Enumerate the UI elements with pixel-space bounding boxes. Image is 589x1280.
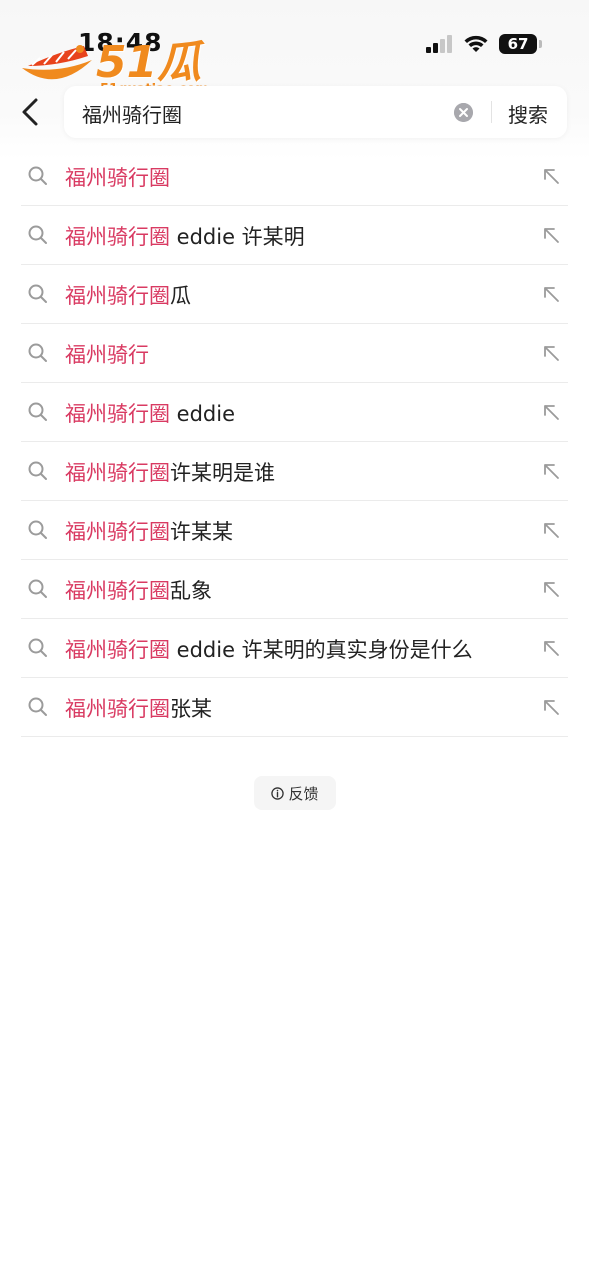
suggestion-highlight: 福州骑行圈 bbox=[65, 579, 170, 603]
suggestion-text: 福州骑行圈 bbox=[65, 162, 170, 192]
suggestion-highlight: 福州骑行圈 bbox=[65, 697, 170, 721]
fill-arrow-icon[interactable] bbox=[542, 462, 560, 480]
suggestion-text: 福州骑行圈许某明是谁 bbox=[65, 457, 275, 487]
search-icon bbox=[28, 638, 47, 657]
fill-arrow-icon[interactable] bbox=[542, 226, 560, 244]
suggestion-rest: eddie bbox=[170, 402, 236, 426]
fill-arrow-icon[interactable] bbox=[542, 639, 560, 657]
suggestion-item[interactable]: 福州骑行圈 bbox=[21, 147, 568, 206]
status-icons: 67 bbox=[425, 33, 542, 55]
suggestion-item[interactable]: 福州骑行圈张某 bbox=[21, 678, 568, 737]
suggestion-item[interactable]: 福州骑行圈乱象 bbox=[21, 560, 568, 619]
suggestion-item[interactable]: 福州骑行圈 eddie bbox=[21, 383, 568, 442]
search-icon bbox=[28, 343, 47, 362]
fill-arrow-icon[interactable] bbox=[542, 698, 560, 716]
suggestion-highlight: 福州骑行圈 bbox=[65, 461, 170, 485]
suggestion-highlight: 福州骑行 bbox=[65, 343, 149, 367]
back-arrow-icon[interactable] bbox=[14, 94, 48, 130]
suggestion-highlight: 福州骑行圈 bbox=[65, 166, 170, 190]
suggestion-highlight: 福州骑行圈 bbox=[65, 225, 170, 249]
suggestion-text: 福州骑行圈瓜 bbox=[65, 280, 191, 310]
fill-arrow-icon[interactable] bbox=[542, 403, 560, 421]
search-button[interactable]: 搜索 bbox=[508, 99, 548, 128]
suggestion-item[interactable]: 福州骑行圈 eddie 许某明的真实身份是什么 bbox=[21, 619, 568, 678]
search-divider bbox=[491, 101, 492, 123]
search-input[interactable]: 福州骑行圈 bbox=[82, 99, 182, 128]
suggestion-rest: 许某明是谁 bbox=[170, 461, 275, 485]
search-icon bbox=[28, 284, 47, 303]
battery-indicator: 67 bbox=[499, 34, 542, 54]
suggestion-rest: eddie 许某明 bbox=[170, 225, 305, 249]
fill-arrow-icon[interactable] bbox=[542, 344, 560, 362]
feedback-button[interactable]: 反馈 bbox=[254, 776, 336, 810]
info-icon bbox=[271, 786, 285, 800]
suggestion-text: 福州骑行圈许某某 bbox=[65, 516, 233, 546]
suggestion-highlight: 福州骑行圈 bbox=[65, 638, 170, 662]
suggestion-list: 福州骑行圈 福州骑行圈 eddie 许某明 福州骑行圈瓜 福州骑行 福州骑行圈 … bbox=[21, 147, 568, 737]
suggestion-text: 福州骑行圈张某 bbox=[65, 693, 212, 723]
suggestion-text: 福州骑行圈 eddie bbox=[65, 398, 235, 428]
suggestion-rest: 乱象 bbox=[170, 579, 212, 603]
suggestion-text: 福州骑行圈乱象 bbox=[65, 575, 212, 605]
suggestion-text: 福州骑行 bbox=[65, 339, 149, 369]
suggestion-text: 福州骑行圈 eddie 许某明 bbox=[65, 221, 305, 251]
search-icon bbox=[28, 402, 47, 421]
suggestion-highlight: 福州骑行圈 bbox=[65, 520, 170, 544]
suggestion-highlight: 福州骑行圈 bbox=[65, 402, 170, 426]
fill-arrow-icon[interactable] bbox=[542, 167, 560, 185]
wifi-icon bbox=[464, 35, 488, 52]
suggestion-item[interactable]: 福州骑行圈瓜 bbox=[21, 265, 568, 324]
fill-arrow-icon[interactable] bbox=[542, 580, 560, 598]
search-icon bbox=[28, 579, 47, 598]
search-icon bbox=[28, 461, 47, 480]
fill-arrow-icon[interactable] bbox=[542, 285, 560, 303]
suggestion-item[interactable]: 福州骑行 bbox=[21, 324, 568, 383]
search-icon bbox=[28, 697, 47, 716]
suggestion-highlight: 福州骑行圈 bbox=[65, 284, 170, 308]
suggestion-rest: 许某某 bbox=[170, 520, 233, 544]
search-icon bbox=[28, 225, 47, 244]
fill-arrow-icon[interactable] bbox=[542, 521, 560, 539]
search-icon bbox=[28, 520, 47, 539]
feedback-label: 反馈 bbox=[288, 784, 319, 803]
suggestion-rest: 瓜 bbox=[170, 284, 191, 308]
suggestion-item[interactable]: 福州骑行圈 eddie 许某明 bbox=[21, 206, 568, 265]
suggestion-text: 福州骑行圈 eddie 许某明的真实身份是什么 bbox=[65, 634, 473, 664]
suggestion-item[interactable]: 福州骑行圈许某某 bbox=[21, 501, 568, 560]
suggestion-rest: eddie 许某明的真实身份是什么 bbox=[170, 638, 473, 662]
search-suggestion-page: 18:48 67 51瓜条 51guatiao.com 福州骑行圈 bbox=[0, 0, 589, 1280]
search-icon bbox=[28, 166, 47, 185]
search-bar: 福州骑行圈 搜索 bbox=[64, 86, 567, 138]
signal-icon bbox=[426, 35, 452, 53]
watermark-melon-icon bbox=[22, 45, 92, 80]
suggestion-item[interactable]: 福州骑行圈许某明是谁 bbox=[21, 442, 568, 501]
suggestion-rest: 张某 bbox=[170, 697, 212, 721]
clear-icon[interactable] bbox=[454, 103, 473, 122]
